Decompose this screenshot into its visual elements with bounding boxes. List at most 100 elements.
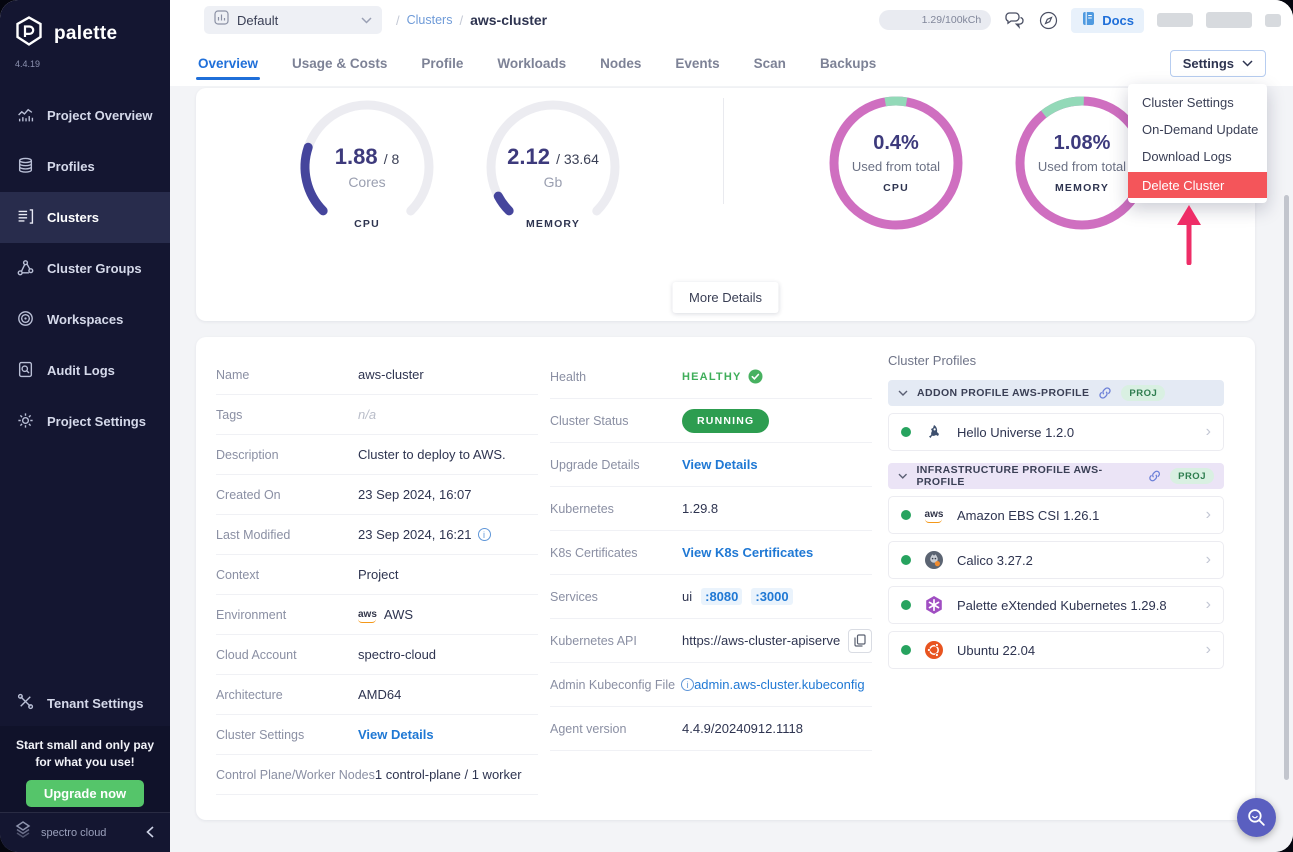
promo-text-line1: Start small and only pay <box>0 737 170 754</box>
collapse-sidebar-icon[interactable] <box>146 825 157 841</box>
profile-pack-calico[interactable]: Calico 3.27.2 <box>888 541 1224 579</box>
row-value: 4.4.9/20240912.1118 <box>682 721 803 736</box>
menu-item-delete-cluster[interactable]: Delete Cluster <box>1128 172 1267 198</box>
row-label: Health <box>550 370 682 384</box>
status-row-kubernetes: Kubernetes 1.29.8 <box>550 487 872 531</box>
chevron-right-icon <box>1206 642 1211 658</box>
search-widget-button[interactable] <box>1237 798 1276 837</box>
row-label: Kubernetes <box>550 502 682 516</box>
chevron-right-icon <box>1206 552 1211 568</box>
cpu-unit: Cores <box>292 174 442 190</box>
row-label: Services <box>550 590 682 604</box>
status-row-k8s-certificates: K8s Certificates View K8s Certificates <box>550 531 872 575</box>
compass-icon[interactable] <box>1039 11 1058 30</box>
row-label: Context <box>216 568 358 582</box>
menu-item-cluster-settings[interactable]: Cluster Settings <box>1128 89 1267 116</box>
profile-pack-amazon-ebs-csi[interactable]: aws Amazon EBS CSI 1.26.1 <box>888 496 1224 534</box>
sidebar-item-label: Audit Logs <box>47 363 115 378</box>
detail-row-tags: Tags n/a <box>216 395 538 435</box>
row-value: n/a <box>358 407 376 422</box>
tab-backups[interactable]: Backups <box>818 42 878 85</box>
project-selector[interactable]: Default <box>204 6 382 34</box>
row-label: Tags <box>216 408 358 422</box>
sidebar-item-cluster-groups[interactable]: Cluster Groups <box>0 243 170 294</box>
vertical-scrollbar[interactable] <box>1284 195 1289 780</box>
service-port-link[interactable]: :8080 <box>701 588 742 605</box>
menu-item-download-logs[interactable]: Download Logs <box>1128 143 1267 170</box>
tab-nodes[interactable]: Nodes <box>598 42 643 85</box>
profile-group-label: INFRASTRUCTURE PROFILE AWS-PROFILE <box>916 464 1138 488</box>
main-area: Default / Clusters / aws-cluster 1.29/10… <box>170 0 1293 852</box>
memory-unit: Gb <box>478 174 628 190</box>
service-port-link[interactable]: :3000 <box>751 588 792 605</box>
sidebar-item-label: Tenant Settings <box>47 696 144 711</box>
row-label: Last Modified <box>216 528 358 542</box>
more-details-button[interactable]: More Details <box>672 282 779 313</box>
upgrade-now-button[interactable]: Upgrade now <box>26 780 144 807</box>
upgrade-promo: Start small and only pay for what you us… <box>0 726 170 812</box>
tab-overview[interactable]: Overview <box>196 42 260 85</box>
view-k8s-certificates-link[interactable]: View K8s Certificates <box>682 545 813 560</box>
memory-gauge-label: MEMORY <box>478 218 628 230</box>
topbar-right: 1.29/100kCh Docs <box>879 8 1281 33</box>
row-value: https://aws-cluster-apiserve... <box>682 629 872 653</box>
detail-row-cloud-account: Cloud Account spectro-cloud <box>216 635 538 675</box>
row-value: 23 Sep 2024, 16:21 <box>358 527 491 542</box>
settings-button[interactable]: Settings <box>1170 50 1266 77</box>
detail-row-nodes: Control Plane/Worker Nodes 1 control-pla… <box>216 755 538 795</box>
info-icon[interactable] <box>681 678 694 691</box>
chevron-down-icon <box>898 473 907 479</box>
sidebar-item-workspaces[interactable]: Workspaces <box>0 294 170 345</box>
palette-logo-icon <box>13 15 45 52</box>
kubeconfig-download-link[interactable]: admin.aws-cluster.kubeconfig <box>694 677 865 692</box>
sidebar-item-tenant-settings[interactable]: Tenant Settings <box>0 686 170 720</box>
row-value: 23 Sep 2024, 16:07 <box>358 487 472 502</box>
row-value: 1.29.8 <box>682 501 718 516</box>
addon-profile-header[interactable]: ADDON PROFILE AWS-PROFILE PROJ <box>888 380 1224 406</box>
status-row-cluster-status: Cluster Status RUNNING <box>550 399 872 443</box>
row-label: Name <box>216 368 358 382</box>
breadcrumb-current: aws-cluster <box>470 12 547 28</box>
tab-workloads[interactable]: Workloads <box>495 42 568 85</box>
project-selector-value: Default <box>237 13 353 28</box>
sidebar-item-audit-logs[interactable]: Audit Logs <box>0 345 170 396</box>
sidebar-nav: Project Overview Profiles Clusters Clust… <box>0 90 170 447</box>
copy-button[interactable] <box>848 629 872 653</box>
sidebar-item-project-overview[interactable]: Project Overview <box>0 90 170 141</box>
tab-scan[interactable]: Scan <box>752 42 788 85</box>
link-icon <box>1098 386 1112 400</box>
tab-events[interactable]: Events <box>673 42 721 85</box>
cluster-info-card: Name aws-cluster Tags n/a Description Cl… <box>196 337 1255 820</box>
menu-item-on-demand-update[interactable]: On-Demand Update <box>1128 116 1267 143</box>
status-row-kubernetes-api: Kubernetes API https://aws-cluster-apise… <box>550 619 872 663</box>
tab-profile[interactable]: Profile <box>419 42 465 85</box>
running-badge: RUNNING <box>682 409 769 433</box>
chat-icon[interactable] <box>1004 11 1026 29</box>
infrastructure-profile-header[interactable]: INFRASTRUCTURE PROFILE AWS-PROFILE PROJ <box>888 463 1224 489</box>
detail-row-name: Name aws-cluster <box>216 355 538 395</box>
profile-pack-palette-extended-kubernetes[interactable]: Palette eXtended Kubernetes 1.29.8 <box>888 586 1224 624</box>
info-icon[interactable] <box>478 528 491 541</box>
profile-pack-hello-universe[interactable]: Hello Universe 1.2.0 <box>888 413 1224 451</box>
sidebar-item-profiles[interactable]: Profiles <box>0 141 170 192</box>
row-value: Cluster to deploy to AWS. <box>358 447 506 462</box>
upgrade-view-details-link[interactable]: View Details <box>682 457 758 472</box>
tab-usage-costs[interactable]: Usage & Costs <box>290 42 389 85</box>
sidebar-item-clusters[interactable]: Clusters <box>0 192 170 243</box>
breadcrumb-separator: / <box>459 13 463 28</box>
row-label: Admin Kubeconfig File <box>550 678 694 692</box>
breadcrumb-link-clusters[interactable]: Clusters <box>407 13 453 27</box>
cluster-tabs: Overview Usage & Costs Profile Workloads… <box>170 40 1293 86</box>
profile-pack-ubuntu[interactable]: Ubuntu 22.04 <box>888 631 1224 669</box>
sidebar-item-label: Cluster Groups <box>47 261 142 276</box>
profiles-icon <box>17 157 34 177</box>
health-status: HEALTHY <box>682 369 763 384</box>
redacted-account-info <box>1265 14 1281 27</box>
chevron-down-icon <box>1242 60 1253 67</box>
status-row-agent-version: Agent version 4.4.9/20240912.1118 <box>550 707 872 751</box>
magnifier-smile-icon <box>1246 807 1267 828</box>
row-value: Project <box>358 567 398 582</box>
docs-button[interactable]: Docs <box>1071 8 1144 33</box>
cluster-settings-view-details-link[interactable]: View Details <box>358 727 434 742</box>
sidebar-item-project-settings[interactable]: Project Settings <box>0 396 170 447</box>
